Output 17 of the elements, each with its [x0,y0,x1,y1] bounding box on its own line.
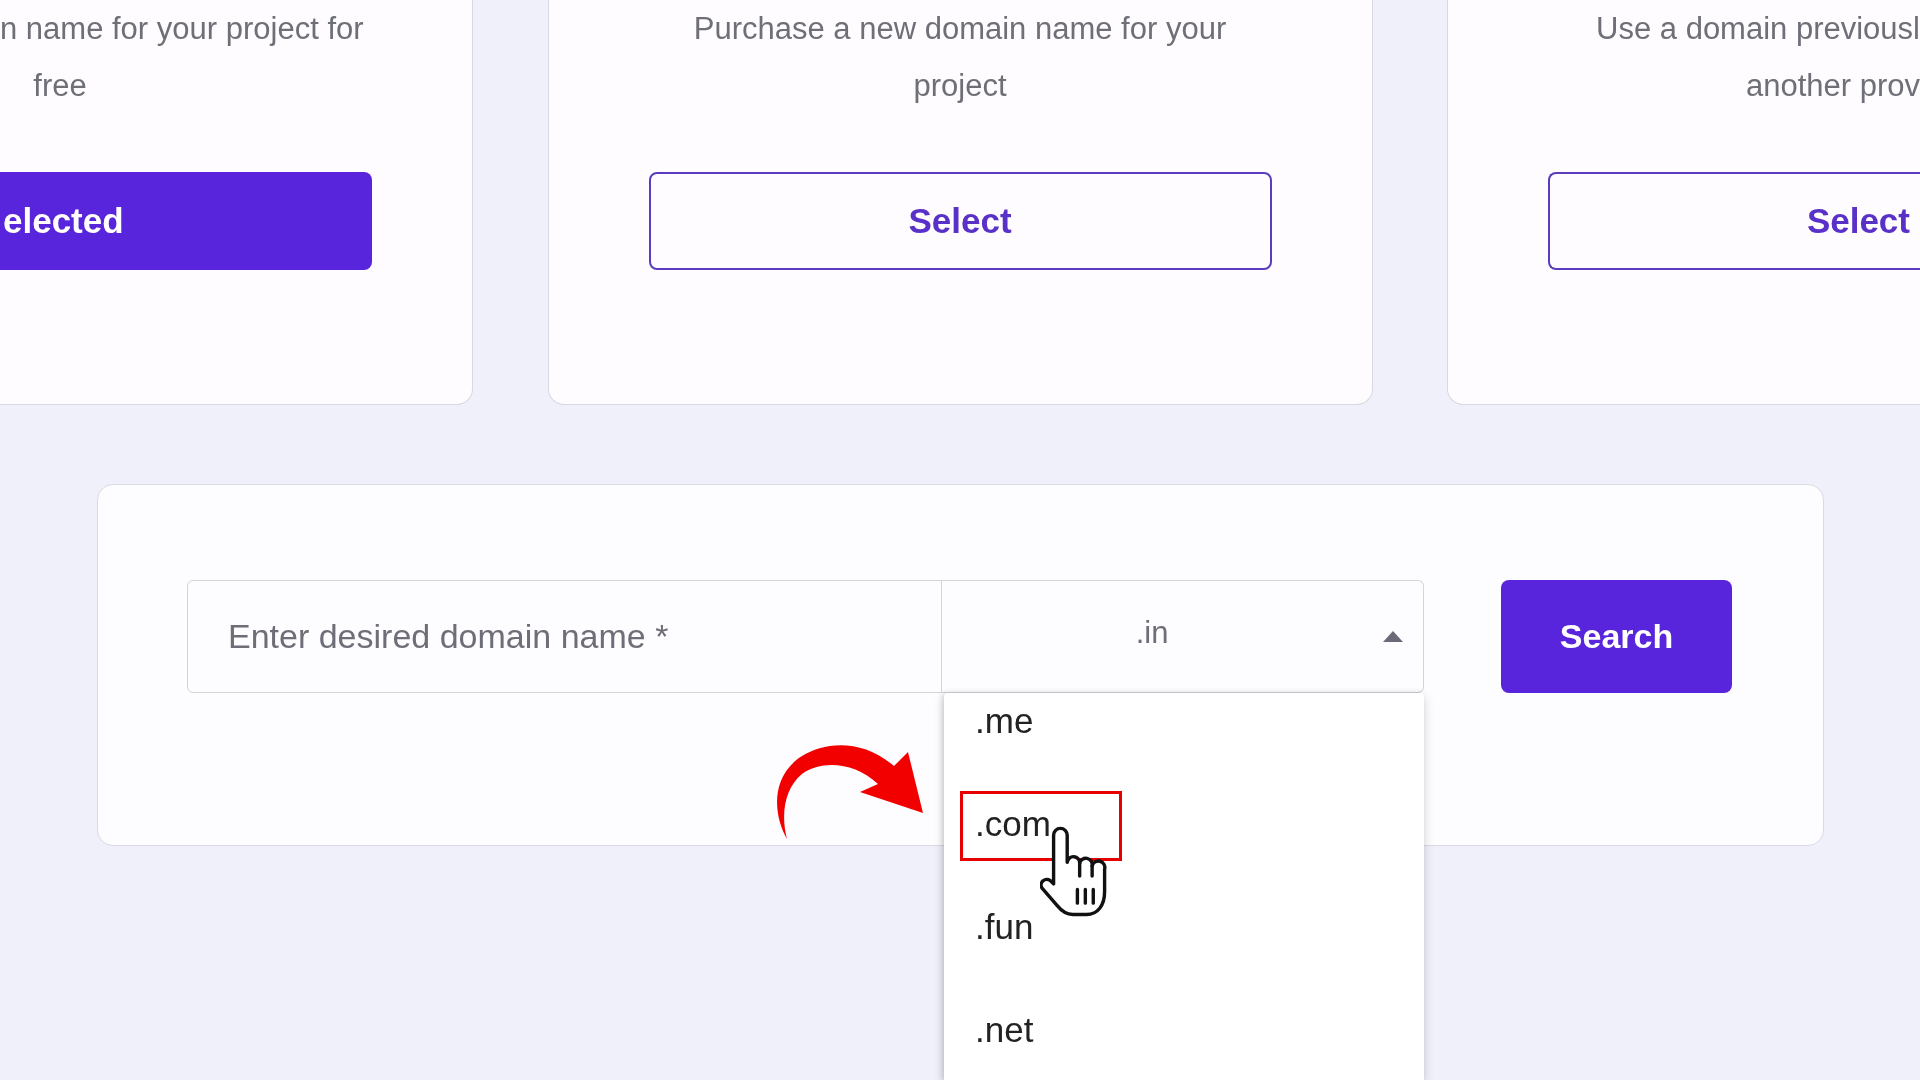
card-description: free [33,68,87,103]
card-description: Purchase a new domain name for your [693,11,1227,46]
selected-button[interactable]: elected [0,172,372,270]
search-button[interactable]: Search [1501,580,1732,693]
card-description: Use a domain previousl [1596,11,1920,46]
tld-select[interactable]: .in [942,580,1424,693]
card-description: project [913,68,1007,103]
caret-icon [1383,631,1403,642]
tld-option[interactable]: .fun [944,907,1424,947]
tld-option[interactable]: .me [944,701,1424,741]
domain-name-field[interactable]: Enter desired domain name * [187,580,942,693]
select-button[interactable]: Select [1548,172,1920,270]
card-description: n name for your project for [0,11,364,46]
curved-arrow-icon [776,744,924,840]
card-description: another prov [1745,68,1920,103]
select-button[interactable]: Select [648,172,1272,270]
tld-option[interactable]: .net [944,1010,1424,1050]
